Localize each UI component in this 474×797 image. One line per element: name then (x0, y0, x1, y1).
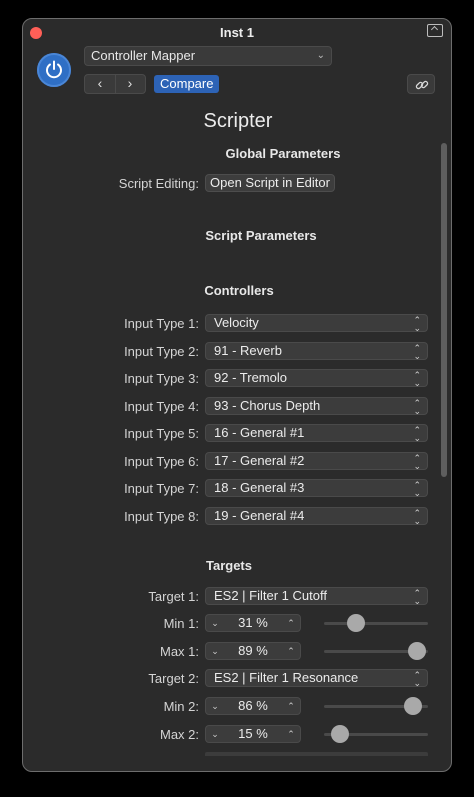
input-type-7-select[interactable]: 18 - General #3 ⌃ ⌄ (205, 479, 428, 498)
chevron-up-icon[interactable]: ⌃ (283, 698, 299, 714)
chevron-updown-icon: ⌃ ⌄ (413, 480, 421, 498)
script-parameters-heading: Script Parameters (205, 228, 317, 243)
plugin-name: Scripter (203, 110, 273, 132)
expand-icon[interactable] (427, 24, 443, 37)
min-1-slider[interactable] (324, 614, 428, 632)
global-parameters-heading: Global Parameters (225, 146, 341, 161)
max-1-stepper[interactable]: ⌄ 89 % ⌃ (205, 642, 301, 660)
power-icon (46, 60, 62, 79)
previous-preset-button[interactable]: ‹ (85, 75, 116, 93)
window-title: Inst 1 (220, 25, 254, 40)
chevron-updown-icon: ⌃ ⌄ (413, 507, 421, 526)
chevron-down-icon[interactable]: ⌄ (207, 643, 223, 659)
input-type-3-value: 92 - Tremolo (214, 370, 287, 385)
max-2-slider-thumb[interactable] (330, 725, 349, 743)
input-type-2-select[interactable]: 91 - Reverb ⌃ ⌄ (205, 341, 428, 361)
min-1-stepper[interactable]: ⌄ 31 % ⌃ (205, 614, 301, 632)
input-type-3-select[interactable]: 92 - Tremolo ⌃ ⌄ (205, 369, 428, 388)
input-type-7-value: 18 - General #3 (214, 480, 305, 495)
power-button[interactable] (37, 53, 71, 87)
link-button[interactable] (407, 74, 435, 94)
max-2-slider[interactable] (324, 725, 428, 743)
chevron-up-icon[interactable]: ⌃ (283, 726, 299, 742)
input-type-4-label: Input Type 4: (124, 398, 199, 414)
input-type-4-value: 93 - Chorus Depth (214, 397, 321, 413)
input-type-8-select[interactable]: 19 - General #4 ⌃ ⌄ (205, 506, 428, 526)
input-type-6-value: 17 - General #2 (214, 452, 305, 468)
input-type-5-label: Input Type 5: (124, 426, 199, 441)
title-bar: Inst 1 (23, 19, 451, 45)
chevron-right-icon: › (127, 75, 133, 91)
open-script-button[interactable]: Open Script in Editor (205, 174, 335, 192)
chevron-down-icon[interactable]: ⌄ (207, 726, 223, 742)
chevron-up-icon[interactable]: ⌃ (283, 643, 299, 659)
input-type-5-select[interactable]: 16 - General #1 ⌃ ⌄ (205, 424, 428, 443)
max-2-value: 15 % (238, 726, 268, 741)
input-type-2-value: 91 - Reverb (214, 342, 282, 358)
chevron-updown-icon: ⌃ ⌄ (413, 588, 421, 606)
chevron-updown-icon: ⌃ ⌄ (413, 452, 421, 471)
min-1-label: Min 1: (163, 616, 199, 631)
compare-button[interactable]: Compare (154, 75, 220, 93)
chevron-updown-icon: ⌃ ⌄ (413, 670, 421, 688)
max-1-value: 89 % (238, 643, 268, 658)
input-type-8-value: 19 - General #4 (214, 507, 305, 523)
chevron-updown-icon: ⌃ ⌄ (413, 370, 421, 388)
min-2-stepper[interactable]: ⌄ 86 % ⌃ (205, 697, 301, 715)
chevron-updown-icon: ⌃ ⌄ (413, 315, 421, 333)
chevron-down-icon: ⌄ (316, 50, 325, 61)
min-1-value: 31 % (238, 615, 268, 630)
input-type-1-value: Velocity (214, 315, 259, 330)
chevron-left-icon: ‹ (97, 75, 103, 91)
input-type-1-select[interactable]: Velocity ⌃ ⌄ (205, 314, 428, 333)
preset-select[interactable]: Controller Mapper ⌄ (84, 46, 332, 66)
input-type-6-select[interactable]: 17 - General #2 ⌃ ⌄ (205, 451, 428, 471)
input-type-3-label: Input Type 3: (124, 371, 199, 386)
next-preset-button[interactable]: › (115, 75, 145, 93)
min-2-slider[interactable] (324, 697, 428, 715)
max-2-stepper[interactable]: ⌄ 15 % ⌃ (205, 725, 301, 743)
input-type-2-label: Input Type 2: (124, 343, 199, 359)
preset-nav: ‹ › (84, 74, 146, 94)
max-1-label: Max 1: (159, 644, 199, 659)
input-type-8-label: Input Type 8: (124, 508, 199, 524)
min-2-value: 86 % (238, 698, 268, 713)
target-1-select[interactable]: ES2 | Filter 1 Cutoff ⌃ ⌄ (205, 587, 428, 606)
targets-heading: Targets (206, 558, 252, 573)
min-1-slider-thumb[interactable] (347, 614, 366, 632)
target-2-label: Target 2: (148, 671, 199, 686)
plugin-window: Inst 1 Controller Mapper ⌄ ‹ › Compare S… (22, 18, 452, 772)
input-type-7-label: Input Type 7: (124, 481, 199, 496)
input-type-1-label: Input Type 1: (124, 316, 199, 331)
min-2-label: Min 2: (163, 699, 199, 714)
target-1-label: Target 1: (148, 589, 199, 604)
chevron-down-icon[interactable]: ⌄ (207, 615, 223, 631)
max-1-slider[interactable] (324, 642, 428, 660)
input-type-4-select[interactable]: 93 - Chorus Depth ⌃ ⌄ (205, 396, 428, 416)
script-editing-label: Script Editing: (118, 176, 199, 191)
chevron-down-icon[interactable]: ⌄ (207, 698, 223, 714)
chevron-updown-icon: ⌃ ⌄ (413, 425, 421, 443)
link-icon (415, 80, 429, 90)
controllers-heading: Controllers (204, 283, 274, 298)
input-type-5-value: 16 - General #1 (214, 425, 305, 440)
max-1-slider-thumb[interactable] (407, 642, 426, 660)
chevron-updown-icon: ⌃ ⌄ (413, 342, 421, 361)
min-2-slider-thumb[interactable] (404, 697, 423, 715)
preset-select-value: Controller Mapper (91, 48, 196, 63)
scrollbar[interactable] (441, 143, 447, 477)
chevron-up-icon[interactable]: ⌃ (283, 615, 299, 631)
target-1-value: ES2 | Filter 1 Cutoff (214, 588, 327, 603)
target-2-value: ES2 | Filter 1 Resonance (214, 670, 359, 685)
target-2-select[interactable]: ES2 | Filter 1 Resonance ⌃ ⌄ (205, 669, 428, 688)
max-2-label: Max 2: (159, 727, 199, 742)
next-row-edge (205, 752, 428, 756)
input-type-6-label: Input Type 6: (124, 453, 199, 469)
chevron-updown-icon: ⌃ ⌄ (413, 397, 421, 416)
